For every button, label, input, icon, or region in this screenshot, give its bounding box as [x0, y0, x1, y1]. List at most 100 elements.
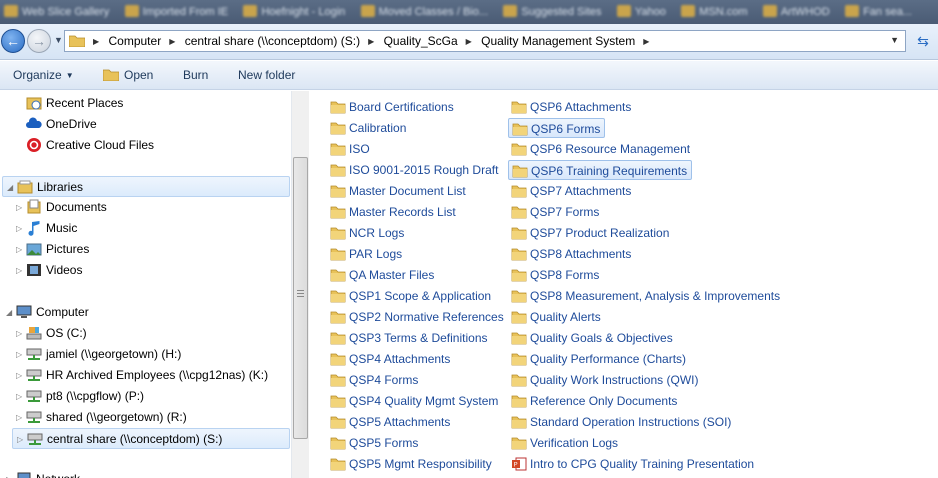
breadcrumb-central-share[interactable]: central share (\\conceptdom) (S:)	[185, 34, 360, 48]
open-button[interactable]: Open	[103, 61, 153, 90]
nav-item-computer[interactable]: ◢ Computer	[0, 302, 290, 323]
organize-button[interactable]: Organize ▼	[13, 61, 74, 90]
chevron-right-icon[interactable]: ▶	[368, 37, 374, 46]
folder-item[interactable]: ISO 9001-2015 Rough Draft	[327, 160, 502, 180]
bookmark[interactable]: ArtWHOD	[759, 0, 838, 24]
bookmark[interactable]: MSN.com	[677, 0, 755, 24]
chevron-right-icon[interactable]: ▷	[16, 218, 26, 239]
folder-item[interactable]: QSP6 Attachments	[508, 97, 635, 117]
folder-icon	[330, 101, 346, 114]
folder-item[interactable]: Quality Work Instructions (QWI)	[508, 370, 702, 390]
folder-item[interactable]: Board Certifications	[327, 97, 458, 117]
nav-item-drive-r[interactable]: ▷ shared (\\georgetown) (R:)	[0, 407, 290, 428]
folder-item[interactable]: ISO	[327, 139, 374, 159]
folder-item[interactable]: QSP1 Scope & Application	[327, 286, 495, 306]
chevron-down-icon[interactable]: ▼	[890, 35, 899, 45]
nav-item-libraries[interactable]: ◢ Libraries	[2, 176, 290, 197]
chevron-right-icon[interactable]: ▶	[466, 37, 472, 46]
chevron-right-icon[interactable]: ▷	[6, 469, 16, 478]
nav-item-videos[interactable]: ▷ Videos	[0, 260, 290, 281]
breadcrumb-qms[interactable]: Quality Management System	[481, 34, 635, 48]
breadcrumb-quality-scga[interactable]: Quality_ScGa	[384, 34, 458, 48]
new-folder-button[interactable]: New folder	[238, 61, 295, 90]
breadcrumb-computer[interactable]: Computer	[109, 34, 162, 48]
folder-item[interactable]: QSP5 Forms	[327, 433, 422, 453]
nav-item-drive-s[interactable]: ▷ central share (\\conceptdom) (S:)	[12, 428, 290, 449]
bookmark[interactable]: Imported From IE	[121, 0, 237, 24]
nav-item-music[interactable]: ▷ Music	[0, 218, 290, 239]
folder-item[interactable]: QSP8 Forms	[508, 265, 603, 285]
folder-item[interactable]: QSP5 Mgmt Responsibility	[327, 454, 496, 474]
address-box[interactable]: ▶ Computer ▶ central share (\\conceptdom)…	[64, 30, 906, 52]
folder-item[interactable]: QSP7 Forms	[508, 202, 603, 222]
chevron-right-icon[interactable]: ▷	[16, 197, 26, 218]
chevron-right-icon[interactable]: ▷	[16, 407, 26, 428]
folder-item[interactable]: QSP4 Quality Mgmt System	[327, 391, 502, 411]
folder-item[interactable]: QA Master Files	[327, 265, 438, 285]
nav-item-drive-c[interactable]: ▷ OS (C:)	[0, 323, 290, 344]
recent-pages-dropdown[interactable]: ▼	[54, 35, 63, 45]
folder-item[interactable]: Reference Only Documents	[508, 391, 681, 411]
nav-item-onedrive[interactable]: OneDrive	[0, 114, 290, 135]
chevron-right-icon[interactable]: ▷	[16, 365, 26, 386]
folder-item[interactable]: QSP7 Product Realization	[508, 223, 673, 243]
folder-item[interactable]: Master Document List	[327, 181, 470, 201]
folder-item[interactable]: PAR Logs	[327, 244, 406, 264]
back-button[interactable]: ←	[1, 29, 25, 53]
nav-item-pictures[interactable]: ▷ Pictures	[0, 239, 290, 260]
bookmark[interactable]: Fan sea...	[841, 0, 920, 24]
refresh-icon: ⇆	[917, 33, 929, 49]
folder-icon	[330, 374, 346, 387]
folder-item[interactable]: Standard Operation Instructions (SOI)	[508, 412, 735, 432]
folder-item[interactable]: Verification Logs	[508, 433, 622, 453]
bookmark[interactable]: Moved Classes / Bio...	[357, 0, 496, 24]
folder-item[interactable]: Quality Performance (Charts)	[508, 349, 690, 369]
chevron-right-icon[interactable]: ▷	[16, 386, 26, 407]
bookmark[interactable]: Yahoo	[613, 0, 674, 24]
nav-item-drive-k[interactable]: ▷ HR Archived Employees (\\cpg12nas) (K:…	[0, 365, 290, 386]
folder-item[interactable]: NCR Logs	[327, 223, 408, 243]
folder-item-selected[interactable]: QSP6 Forms	[508, 118, 606, 138]
folder-icon	[511, 395, 527, 408]
chevron-right-icon[interactable]: ▷	[16, 323, 26, 344]
nav-item-creative-cloud[interactable]: Creative Cloud Files	[0, 135, 290, 156]
chevron-right-icon[interactable]: ▷	[16, 239, 26, 260]
folder-item[interactable]: QSP3 Terms & Definitions	[327, 328, 492, 348]
folder-item[interactable]: Quality Goals & Objectives	[508, 328, 677, 348]
file-item-powerpoint[interactable]: P Intro to CPG Quality Training Presentat…	[508, 454, 758, 474]
folder-item[interactable]: QSP4 Attachments	[327, 349, 454, 369]
nav-item-drive-h[interactable]: ▷ jamiel (\\georgetown) (H:)	[0, 344, 290, 365]
chevron-right-icon[interactable]: ▷	[17, 429, 27, 450]
folder-item[interactable]: Calibration	[327, 118, 410, 138]
folder-item[interactable]: QSP5 Attachments	[327, 412, 454, 432]
nav-item-recent-places[interactable]: Recent Places	[0, 93, 290, 114]
scrollbar-thumb[interactable]	[293, 157, 308, 439]
chevron-right-icon[interactable]: ▶	[169, 37, 175, 46]
chevron-down-icon[interactable]: ◢	[7, 177, 17, 198]
bookmark[interactable]: Hoefnight - Login	[239, 0, 353, 24]
folder-item[interactable]: Master Records List	[327, 202, 460, 222]
bookmark[interactable]: Suggested Sites	[499, 0, 609, 24]
folder-item[interactable]: QSP7 Attachments	[508, 181, 635, 201]
folder-item[interactable]: QSP8 Measurement, Analysis & Improvement…	[508, 286, 784, 306]
breadcrumb: ▶ Computer ▶ central share (\\conceptdom)…	[89, 31, 655, 51]
folder-item-selected[interactable]: QSP6 Training Requirements	[508, 160, 693, 180]
nav-item-network[interactable]: ▷ Network	[0, 469, 290, 478]
chevron-down-icon[interactable]: ◢	[6, 302, 16, 323]
folder-item[interactable]: Quality Alerts	[508, 307, 605, 327]
folder-item[interactable]: QSP4 Forms	[327, 370, 422, 390]
nav-item-documents[interactable]: ▷ Documents	[0, 197, 290, 218]
chevron-right-icon[interactable]: ▷	[16, 344, 26, 365]
chevron-right-icon[interactable]: ▷	[16, 260, 26, 281]
chevron-right-icon[interactable]: ▶	[643, 37, 649, 46]
folder-item[interactable]: QSP2 Normative References	[327, 307, 508, 327]
folder-item[interactable]: QSP8 Attachments	[508, 244, 635, 264]
nav-scrollbar[interactable]	[292, 91, 309, 478]
folder-item[interactable]: QSP6 Resource Management	[508, 139, 694, 159]
forward-button[interactable]: →	[27, 29, 51, 53]
chevron-right-icon[interactable]: ▶	[93, 37, 99, 46]
bookmark[interactable]: Web Slice Gallery	[0, 0, 117, 24]
refresh-button[interactable]: ⇆	[912, 30, 934, 52]
nav-item-drive-p[interactable]: ▷ pt8 (\\cpgflow) (P:)	[0, 386, 290, 407]
burn-button[interactable]: Burn	[183, 61, 208, 90]
